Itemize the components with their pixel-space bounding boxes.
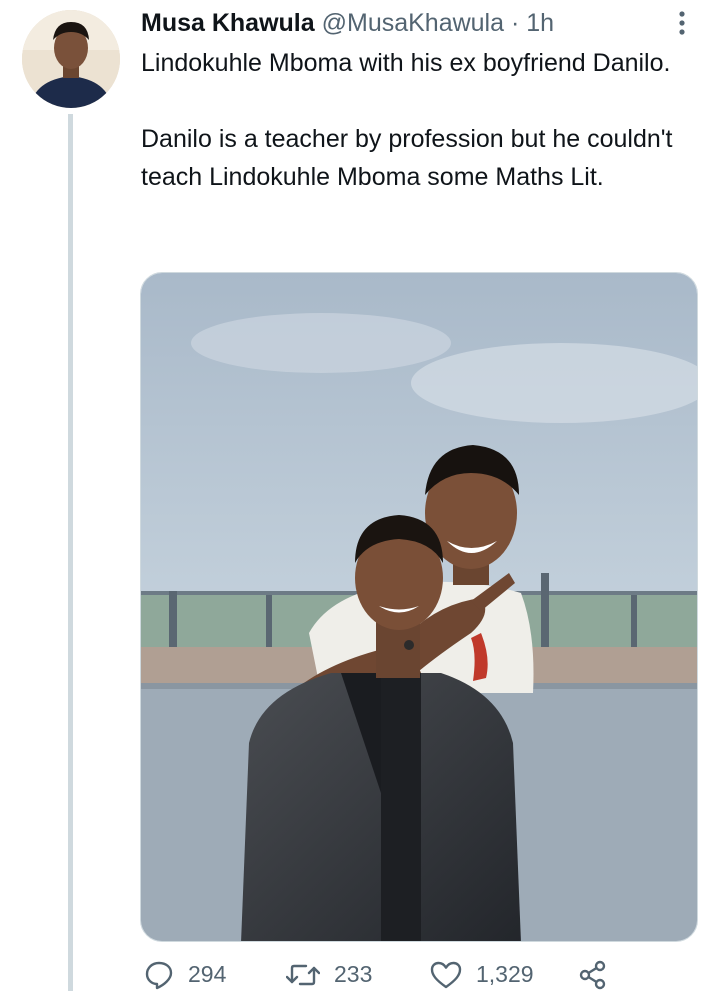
separator: ·: [510, 9, 520, 37]
retweet-count: 233: [334, 961, 373, 987]
share-icon: [578, 960, 622, 990]
like-button[interactable]: 1,329: [430, 958, 534, 991]
avatar[interactable]: [22, 10, 120, 108]
reply-icon: [144, 960, 188, 990]
like-icon: [430, 960, 476, 990]
tweet-paragraph: Lindokuhle Mboma with his ex boyfriend D…: [141, 49, 671, 77]
display-name[interactable]: Musa Khawula: [141, 9, 315, 37]
share-button[interactable]: [578, 958, 622, 991]
like-count: 1,329: [476, 961, 534, 987]
tweet[interactable]: Musa Khawula @MusaKhawula · 1h Lindokuhl…: [0, 0, 720, 991]
reply-count: 294: [188, 961, 227, 987]
reply-button[interactable]: 294: [144, 958, 226, 991]
tweet-text: Lindokuhle Mboma with his ex boyfriend D…: [141, 44, 701, 196]
tweet-paragraph: Danilo is a teacher by profession but he…: [141, 125, 673, 191]
user-handle[interactable]: @MusaKhawula: [322, 9, 504, 37]
vertical-ellipsis-icon[interactable]: [672, 10, 692, 36]
retweet-button[interactable]: 233: [286, 958, 372, 991]
tweet-actions: 294 233 1,329: [140, 958, 700, 991]
thread-line: [68, 114, 73, 991]
retweet-icon: [286, 960, 334, 990]
tweet-header: Musa Khawula @MusaKhawula · 1h: [141, 8, 554, 38]
tweet-photo[interactable]: [140, 272, 698, 942]
timestamp[interactable]: 1h: [526, 9, 554, 37]
